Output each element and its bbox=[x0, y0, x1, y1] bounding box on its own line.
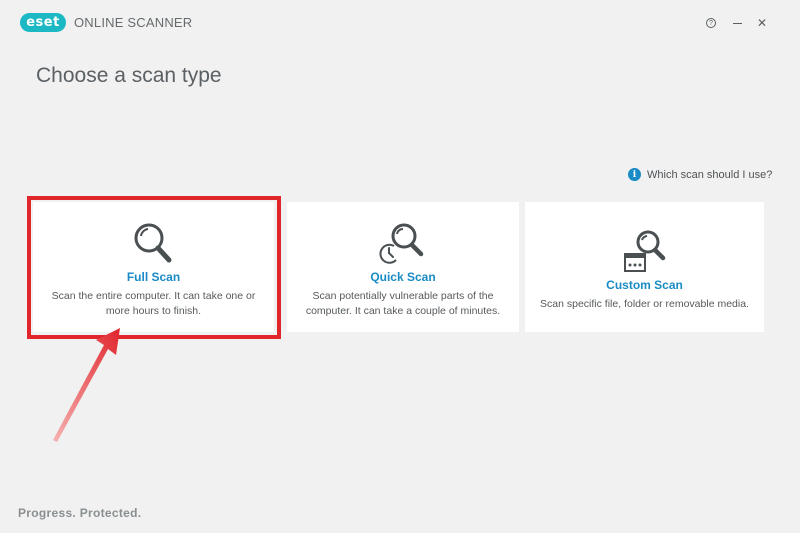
eset-logo: eset bbox=[20, 13, 66, 32]
custom-scan-card[interactable]: Custom Scan Scan specific file, folder o… bbox=[525, 202, 764, 332]
close-icon: ✕ bbox=[756, 16, 768, 30]
help-icon: ? bbox=[706, 18, 716, 28]
quick-scan-icon bbox=[379, 223, 424, 264]
minimize-icon bbox=[732, 22, 742, 24]
app-title: ONLINE SCANNER bbox=[74, 15, 193, 30]
page-title: Choose a scan type bbox=[36, 64, 222, 87]
quick-scan-card[interactable]: Quick Scan Scan potentially vulnerable p… bbox=[287, 202, 519, 332]
help-link-label: Which scan should I use? bbox=[647, 168, 773, 181]
custom-scan-description: Scan specific file, folder or removable … bbox=[540, 298, 749, 310]
which-scan-help-link[interactable]: i Which scan should I use? bbox=[628, 168, 772, 181]
info-icon: i bbox=[628, 168, 641, 181]
help-button[interactable]: ? bbox=[702, 14, 720, 32]
full-scan-title: Full Scan bbox=[126, 270, 181, 284]
quick-scan-description: Scan potentially vulnerable parts of the… bbox=[305, 290, 501, 317]
footer-tagline: Progress. Protected. bbox=[18, 506, 142, 520]
custom-scan-icon bbox=[623, 230, 665, 272]
title-bar: eset ONLINE SCANNER ? ✕ bbox=[0, 0, 800, 44]
close-button[interactable]: ✕ bbox=[753, 14, 771, 32]
quick-scan-title: Quick Scan bbox=[370, 270, 436, 284]
minimize-button[interactable] bbox=[728, 14, 746, 32]
custom-scan-title: Custom Scan bbox=[606, 278, 683, 292]
full-scan-description: Scan the entire computer. It can take on… bbox=[51, 290, 256, 317]
full-scan-card[interactable]: Full Scan Scan the entire computer. It c… bbox=[33, 202, 274, 332]
magnifier-icon bbox=[134, 223, 171, 263]
